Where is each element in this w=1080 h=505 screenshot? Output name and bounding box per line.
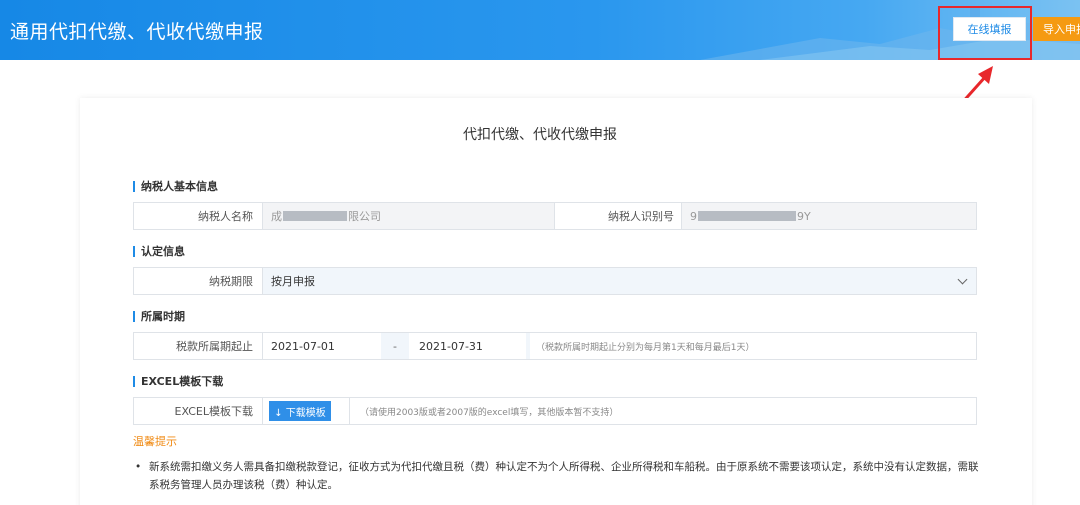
period-row: 税款所属期起止 2021-07-01 - 2021-07-31 （税款所属时期起…	[133, 332, 977, 360]
taxpayer-name-value: 成 限公司	[263, 203, 554, 229]
basic-info-row: 纳税人名称 成 限公司 纳税人识别号 9 9Y	[133, 202, 977, 230]
excel-hint: （请使用2003版或者2007版的excel填写，其他版本暂不支持）	[360, 407, 619, 418]
tips-title: 温馨提示	[133, 435, 177, 448]
date-separator: -	[381, 333, 409, 359]
tips-text: • 新系统需扣缴义务人需具备扣缴税款登记，征收方式为代扣代缴且税（费）种认定不为…	[135, 458, 987, 494]
section-basic-info-label: 纳税人基本信息	[133, 181, 218, 192]
bullet: •	[135, 461, 142, 473]
taxpayer-id-label: 纳税人识别号	[608, 210, 674, 223]
redaction-mark	[698, 211, 796, 221]
tax-period-label: 纳税期限	[209, 275, 253, 288]
section-certification-label: 认定信息	[133, 246, 185, 257]
section-excel-label: EXCEL模板下载	[133, 376, 223, 387]
end-date-input[interactable]: 2021-07-31	[411, 333, 529, 359]
period-range-label: 税款所属期起止	[176, 340, 253, 353]
chevron-down-icon	[957, 274, 968, 285]
import-declaration-button[interactable]: 导入申报	[1033, 17, 1080, 41]
taxpayer-name-label: 纳税人名称	[198, 210, 253, 223]
excel-row: EXCEL模板下载 ↓ 下载模板 （请使用2003版或者2007版的excel填…	[133, 397, 977, 425]
start-date-input[interactable]: 2021-07-01	[263, 333, 381, 359]
page-header: 通用代扣代缴、代收代缴申报 在线填报 导入申报	[0, 0, 1080, 60]
excel-template-label: EXCEL模板下载	[174, 405, 253, 418]
certification-row: 纳税期限 按月申报	[133, 267, 977, 295]
annotation-highlight-box	[938, 6, 1032, 60]
period-hint: （税款所属时期起止分别为每月第1天和每月最后1天）	[536, 342, 755, 353]
form-title: 代扣代缴、代收代缴申报	[463, 127, 617, 143]
form-card	[80, 98, 1032, 505]
download-template-button[interactable]: ↓ 下载模板	[269, 401, 331, 421]
page-title: 通用代扣代缴、代收代缴申报	[10, 21, 264, 43]
section-period-label: 所属时期	[133, 311, 185, 322]
redaction-mark	[283, 211, 347, 221]
tax-period-select[interactable]: 按月申报	[263, 268, 976, 294]
taxpayer-id-value: 9 9Y	[682, 203, 976, 229]
